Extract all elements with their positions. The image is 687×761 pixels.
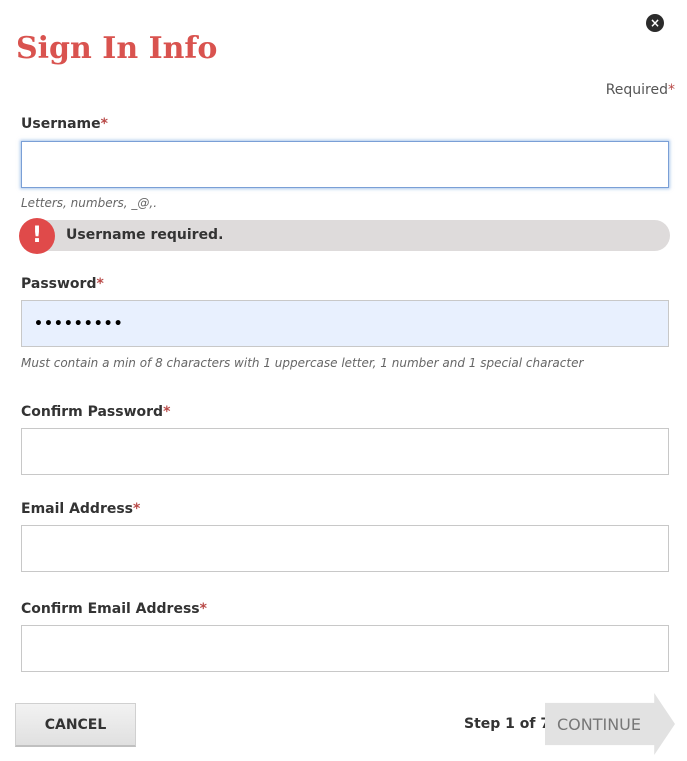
email-label: Email Address* [21,501,140,517]
confirm-password-label-text: Confirm Password [21,404,164,420]
password-input[interactable] [21,300,669,347]
username-label-text: Username [21,116,101,132]
username-input[interactable] [21,141,669,188]
email-input[interactable] [21,525,669,572]
username-label: Username* [21,116,108,132]
username-error-message: Username required. [22,220,670,251]
password-label: Password* [21,276,104,292]
email-required-star: * [133,501,141,517]
close-icon: × [649,16,661,30]
page-title: Sign In Info [16,31,218,66]
password-label-text: Password [21,276,97,292]
username-required-star: * [100,116,108,132]
email-label-text: Email Address [21,501,134,517]
username-hint: Letters, numbers, _@,. [21,196,158,210]
confirm-email-required-star: * [199,601,207,617]
confirm-password-input[interactable] [21,428,669,475]
close-button[interactable]: × [646,14,664,32]
required-note: Required* [606,82,675,98]
password-hint: Must contain a min of 8 characters with … [21,356,584,370]
confirm-email-label-text: Confirm Email Address [21,601,200,617]
password-required-star: * [96,276,104,292]
cancel-button[interactable]: CANCEL [15,703,136,747]
continue-button[interactable]: CONTINUE [545,693,675,755]
required-note-text: Required [605,82,668,98]
exclamation-icon: ! [19,218,55,254]
confirm-email-label: Confirm Email Address* [21,601,207,617]
step-indicator: Step 1 of 7 [464,716,551,732]
confirm-email-input[interactable] [21,625,669,672]
confirm-password-label: Confirm Password* [21,404,170,420]
required-star: * [668,82,675,98]
confirm-password-required-star: * [163,404,171,420]
